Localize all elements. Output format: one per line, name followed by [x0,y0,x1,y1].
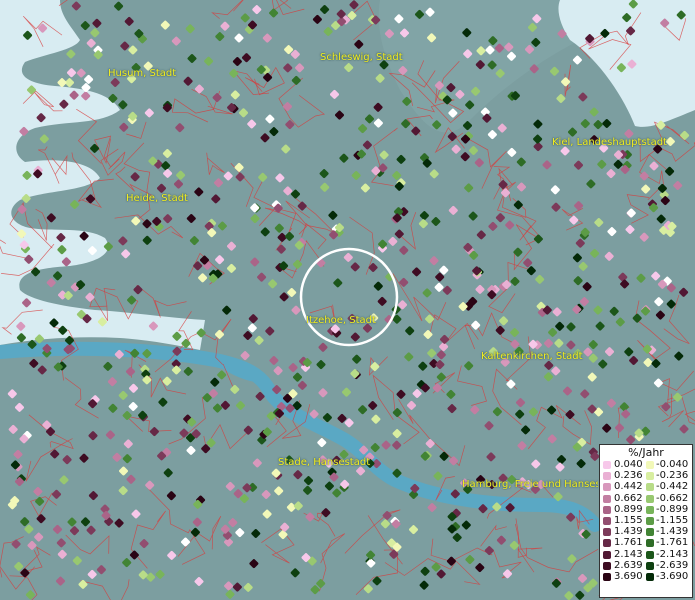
legend-swatch-negative [646,539,654,548]
color-legend: %/Jahr 0.040 -0.040 0.236 -0.236 0.442 -0.442… [599,444,693,598]
map-canvas[interactable] [0,0,695,600]
legend-swatch-positive [603,550,611,559]
legend-swatch-positive [603,572,611,581]
legend-rows: 0.040 -0.040 0.236 -0.236 0.442 -0.442 0.662 -0… [600,459,692,582]
legend-swatch-negative [646,561,654,570]
legend-swatch-positive [603,472,611,481]
legend-label-positive: 2.143 [614,548,643,560]
legend-swatch-negative [646,516,654,525]
legend-swatch-negative [646,572,654,581]
legend-row: 2.639 -2.639 [600,560,692,571]
legend-title: %/Jahr [628,446,664,459]
legend-swatch-negative [646,528,654,537]
legend-label-negative: -3.690 [656,570,689,582]
legend-swatch-negative [646,461,654,469]
legend-swatch-positive [603,539,611,548]
legend-swatch-positive [603,561,611,570]
legend-swatch-negative [646,483,654,492]
legend-swatch-positive [603,494,611,503]
legend-row: 1.155 -1.155 [600,515,692,526]
legend-label-positive: 0.442 [614,481,643,493]
legend-row: 1.439 -1.439 [600,526,692,537]
legend-swatch-negative [646,550,654,559]
legend-row: 0.899 -0.899 [600,504,692,515]
legend-label-positive: 3.690 [614,570,643,582]
legend-row: 0.236 -0.236 [600,470,692,481]
legend-swatch-negative [646,505,654,514]
legend-swatch-positive [603,461,611,469]
legend-label-positive: 1.439 [614,526,643,538]
legend-swatch-positive [603,505,611,514]
legend-label-negative: -2.639 [656,559,689,571]
legend-label-negative: -2.143 [656,548,689,560]
legend-label-positive: 0.662 [614,492,643,504]
legend-row: 0.442 -0.442 [600,481,692,492]
legend-label-positive: 1.761 [614,537,643,549]
legend-swatch-positive [603,516,611,525]
legend-row: 3.690 -3.690 [600,571,692,582]
legend-label-positive: 0.899 [614,503,643,515]
legend-swatch-positive [603,483,611,492]
legend-label-positive: 0.236 [614,470,643,482]
legend-label-positive: 2.639 [614,559,643,571]
legend-label-negative: -0.662 [656,492,689,504]
legend-label-negative: -0.442 [656,481,689,493]
legend-label-negative: -0.040 [656,459,689,470]
legend-label-negative: -1.439 [656,526,689,538]
legend-row: 1.761 -1.761 [600,537,692,548]
legend-label-negative: -1.155 [656,514,689,526]
legend-label-negative: -0.899 [656,503,689,515]
legend-label-negative: -1.761 [656,537,689,549]
legend-label-negative: -0.236 [656,470,689,482]
legend-row: 2.143 -2.143 [600,549,692,560]
legend-swatch-negative [646,472,654,481]
legend-swatch-negative [646,494,654,503]
legend-row: 0.040 -0.040 [600,459,692,470]
legend-label-positive: 0.040 [614,459,643,470]
legend-swatch-positive [603,528,611,537]
legend-row: 0.662 -0.662 [600,493,692,504]
legend-label-positive: 1.155 [614,514,643,526]
